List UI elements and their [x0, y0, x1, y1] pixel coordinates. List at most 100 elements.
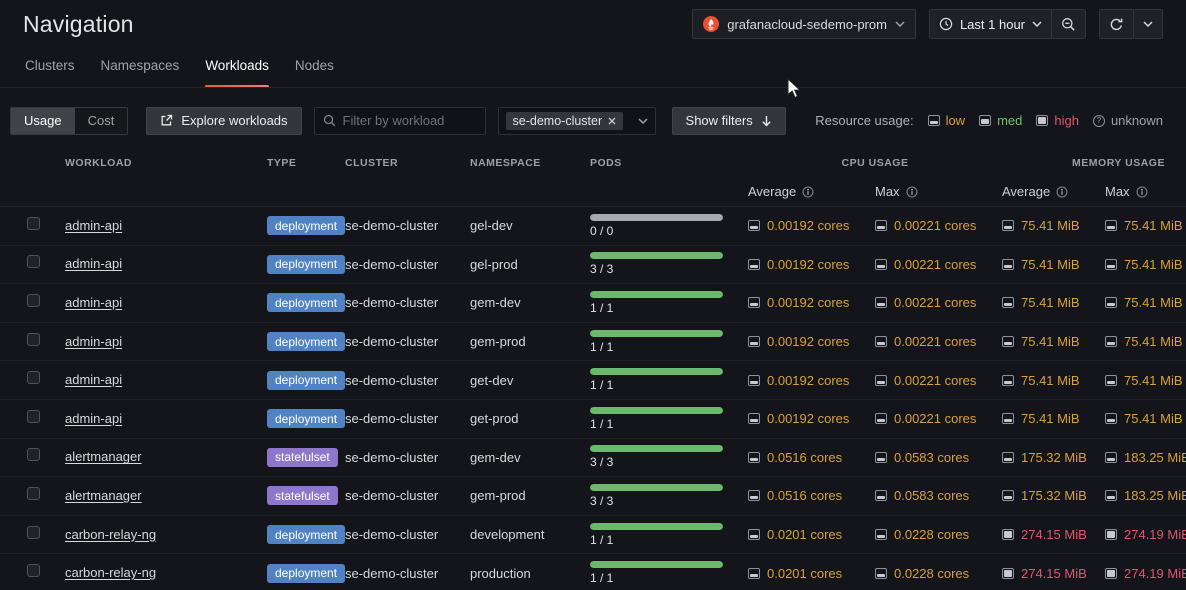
- row-checkbox[interactable]: [27, 371, 40, 384]
- col-pods[interactable]: PODS: [590, 157, 748, 169]
- usage-level-icon: [748, 220, 760, 231]
- checkbox-cell: [10, 448, 65, 466]
- pods-bar: [590, 561, 723, 568]
- memory-max-cell: 75.41 MiB: [1105, 334, 1186, 349]
- row-checkbox[interactable]: [27, 564, 40, 577]
- tab-clusters[interactable]: Clusters: [25, 58, 75, 88]
- workload-filter-input[interactable]: Filter by workload: [314, 107, 486, 135]
- top-bar: Navigation grafanacloud-sedemo-prom Last…: [0, 0, 1186, 48]
- time-range-button[interactable]: Last 1 hour: [930, 10, 1051, 38]
- tab-namespaces[interactable]: Namespaces: [101, 58, 180, 88]
- cpu-max-cell: 0.00221 cores: [875, 334, 1002, 349]
- cpu-average-cell: 0.00192 cores: [748, 334, 875, 349]
- workload-link[interactable]: admin-api: [65, 334, 122, 349]
- cluster-cell: se-demo-cluster: [345, 488, 470, 503]
- table-body: admin-api deployment se-demo-cluster gel…: [0, 206, 1186, 590]
- table-row[interactable]: admin-api deployment se-demo-cluster gem…: [0, 284, 1186, 323]
- memory-average-cell: 75.41 MiB: [1002, 257, 1105, 272]
- row-checkbox[interactable]: [27, 410, 40, 423]
- time-range-label: Last 1 hour: [960, 17, 1025, 32]
- col-workload[interactable]: WORKLOAD: [65, 157, 267, 169]
- refresh-icon: [1109, 17, 1124, 32]
- close-icon[interactable]: [608, 117, 616, 125]
- usage-level-icon: [748, 452, 760, 463]
- workload-link[interactable]: alertmanager: [65, 449, 142, 464]
- col-cpu-average[interactable]: Average: [748, 184, 875, 199]
- row-checkbox[interactable]: [27, 255, 40, 268]
- cpu-max-cell: 0.0228 cores: [875, 527, 1002, 542]
- cluster-cell: se-demo-cluster: [345, 411, 470, 426]
- col-cluster[interactable]: CLUSTER: [345, 157, 470, 169]
- info-icon[interactable]: [1056, 186, 1068, 198]
- row-checkbox[interactable]: [27, 526, 40, 539]
- usage-level-icon: [1002, 259, 1014, 270]
- col-mem-max[interactable]: Max: [1105, 184, 1186, 199]
- refresh-button[interactable]: [1100, 10, 1133, 38]
- table-row[interactable]: alertmanager statefulset se-demo-cluster…: [0, 477, 1186, 516]
- workload-link[interactable]: admin-api: [65, 218, 122, 233]
- toggle-usage[interactable]: Usage: [11, 108, 75, 134]
- cpu-average-cell: 0.00192 cores: [748, 373, 875, 388]
- workload-link[interactable]: admin-api: [65, 295, 122, 310]
- zoom-out-time-button[interactable]: [1051, 10, 1085, 38]
- table-row[interactable]: admin-api deployment se-demo-cluster get…: [0, 400, 1186, 439]
- pods-cell: 3 / 3: [590, 252, 748, 276]
- info-icon[interactable]: [802, 186, 814, 198]
- row-checkbox[interactable]: [27, 217, 40, 230]
- workload-link[interactable]: carbon-relay-ng: [65, 527, 156, 542]
- cpu-max-cell: 0.00221 cores: [875, 411, 1002, 426]
- cpu-average-cell: 0.0201 cores: [748, 527, 875, 542]
- cpu-average-cell: 0.0516 cores: [748, 488, 875, 503]
- workload-link[interactable]: admin-api: [65, 372, 122, 387]
- show-filters-button[interactable]: Show filters: [672, 107, 786, 135]
- memory-max-cell: 274.19 MiB: [1105, 527, 1186, 542]
- usage-level-icon: [1002, 297, 1014, 308]
- cluster-multiselect[interactable]: se-demo-cluster: [498, 107, 656, 135]
- workload-link[interactable]: admin-api: [65, 411, 122, 426]
- toggle-cost[interactable]: Cost: [75, 108, 128, 134]
- row-checkbox[interactable]: [27, 487, 40, 500]
- usage-level-icon: [1002, 568, 1014, 579]
- info-icon[interactable]: [906, 186, 918, 198]
- usage-level-icon: [1002, 375, 1014, 386]
- workload-link[interactable]: admin-api: [65, 256, 122, 271]
- pods-cell: 1 / 1: [590, 407, 748, 431]
- legend-label: Resource usage:: [815, 113, 913, 128]
- table-row[interactable]: alertmanager statefulset se-demo-cluster…: [0, 439, 1186, 478]
- tab-workloads[interactable]: Workloads: [205, 58, 269, 88]
- namespace-cell: gem-prod: [470, 488, 590, 503]
- col-memory-usage: MEMORY USAGE: [1002, 157, 1186, 169]
- row-checkbox[interactable]: [27, 294, 40, 307]
- col-type[interactable]: TYPE: [267, 157, 345, 169]
- col-namespace[interactable]: NAMESPACE: [470, 157, 590, 169]
- checkbox-cell: [10, 410, 65, 428]
- datasource-picker[interactable]: grafanacloud-sedemo-prom: [692, 9, 916, 39]
- usage-level-icon: [1105, 452, 1117, 463]
- col-cpu-max[interactable]: Max: [875, 184, 1002, 199]
- workload-link[interactable]: alertmanager: [65, 488, 142, 503]
- table-row[interactable]: carbon-relay-ng deployment se-demo-clust…: [0, 554, 1186, 590]
- table-row[interactable]: admin-api deployment se-demo-cluster get…: [0, 361, 1186, 400]
- usage-level-icon: [748, 336, 760, 347]
- table-row[interactable]: admin-api deployment se-demo-cluster gel…: [0, 207, 1186, 246]
- legend-item-med: med: [979, 113, 1022, 128]
- explore-workloads-button[interactable]: Explore workloads: [146, 107, 301, 135]
- info-icon[interactable]: [1136, 186, 1148, 198]
- usage-level-icon: [748, 375, 760, 386]
- table-row[interactable]: admin-api deployment se-demo-cluster gel…: [0, 246, 1186, 285]
- usage-level-icon: [748, 490, 760, 501]
- tab-nodes[interactable]: Nodes: [295, 58, 334, 88]
- kubernetes-navigation-page: Navigation grafanacloud-sedemo-prom Last…: [0, 0, 1186, 590]
- row-checkbox[interactable]: [27, 333, 40, 346]
- table-row[interactable]: admin-api deployment se-demo-cluster gem…: [0, 323, 1186, 362]
- pods-count: 3 / 3: [590, 455, 748, 469]
- workload-link[interactable]: carbon-relay-ng: [65, 565, 156, 580]
- datasource-name: grafanacloud-sedemo-prom: [727, 17, 887, 32]
- row-checkbox[interactable]: [27, 448, 40, 461]
- col-mem-average[interactable]: Average: [1002, 184, 1105, 199]
- type-badge: deployment: [267, 564, 345, 583]
- table-row[interactable]: carbon-relay-ng deployment se-demo-clust…: [0, 516, 1186, 555]
- type-badge: deployment: [267, 332, 345, 351]
- refresh-interval-dropdown[interactable]: [1133, 10, 1162, 38]
- type-badge: statefulset: [267, 448, 338, 467]
